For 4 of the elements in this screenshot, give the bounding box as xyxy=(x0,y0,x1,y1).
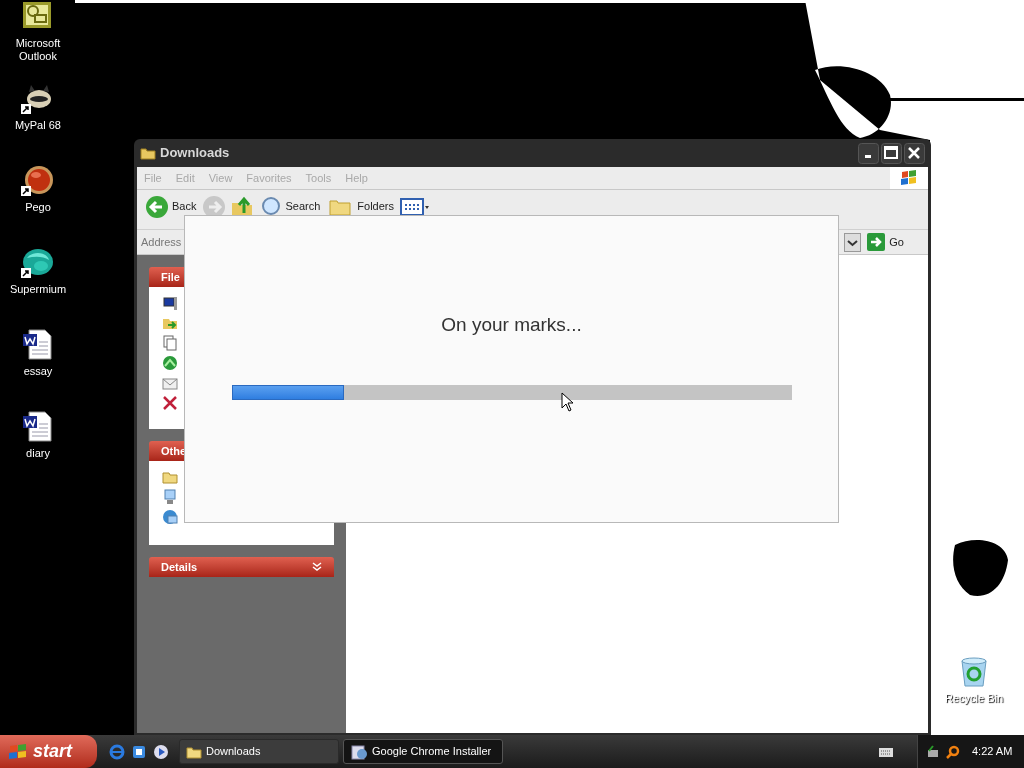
window-title: Downloads xyxy=(160,144,231,163)
status-message: On your marks... xyxy=(441,313,582,337)
address-label: Address xyxy=(141,234,183,250)
clock: 4:22 AM xyxy=(972,744,1013,760)
